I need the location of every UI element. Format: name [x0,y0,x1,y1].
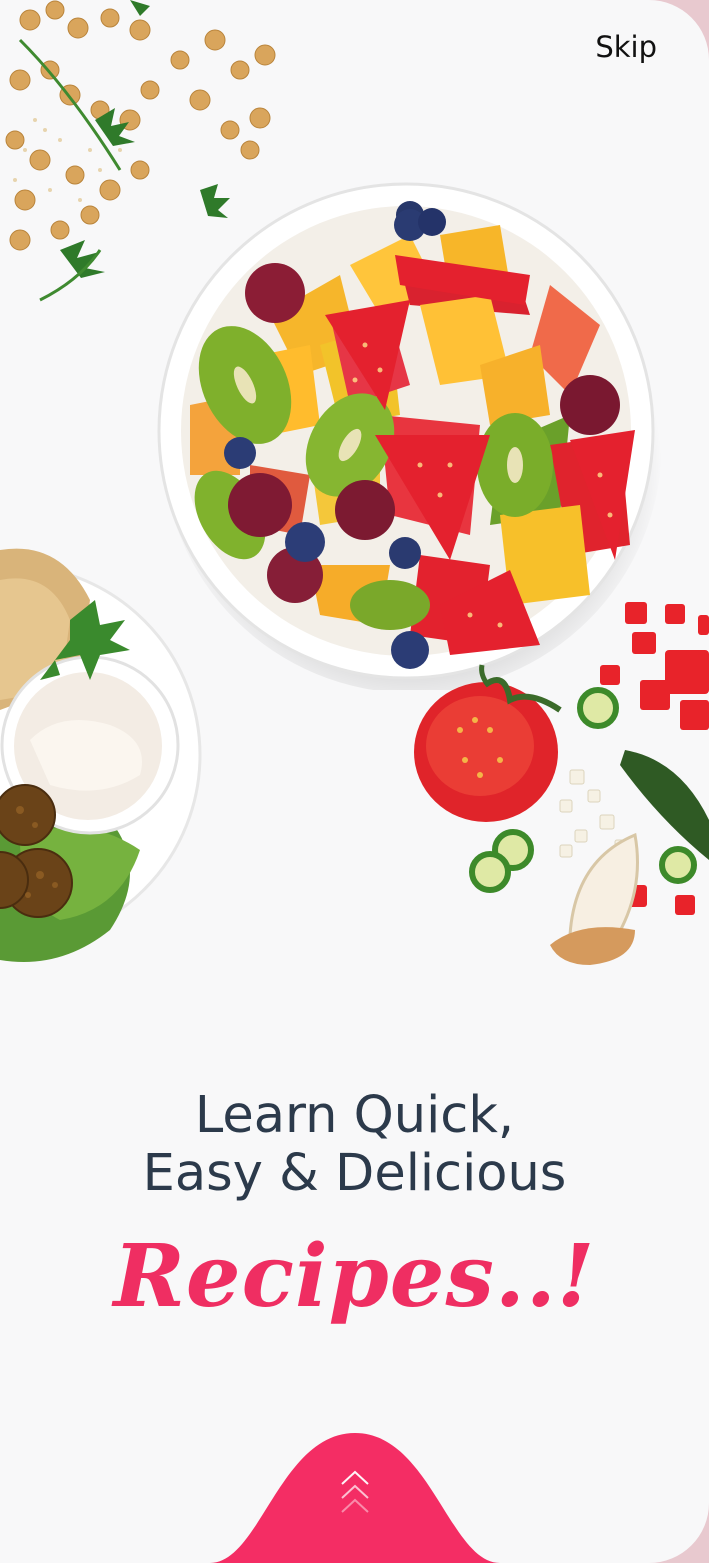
headline-line-1: Learn Quick, [194,1086,515,1145]
chevron-up-icon[interactable] [338,1468,372,1520]
skip-button[interactable]: Skip [595,30,657,64]
accent-title: Recipes..! [113,1226,596,1327]
onboarding-screen: Skip Learn Quick, Easy & Delicious Recip… [0,0,709,1563]
falafel-plate-image [0,548,202,962]
headline-line-2: Easy & Delicious [142,1144,567,1203]
vegetables-image [414,602,709,965]
